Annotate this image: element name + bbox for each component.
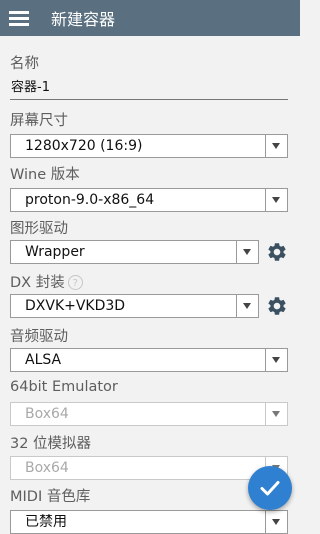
gear-icon[interactable] [266, 241, 288, 263]
page-title: 新建容器 [51, 10, 116, 29]
emulator-64bit-select: Box64 [10, 402, 288, 426]
midi-soundfont-value: 已禁用 [25, 514, 67, 530]
chevron-down-icon [272, 411, 280, 417]
wine-version-label: Wine 版本 [10, 167, 80, 183]
gear-icon[interactable] [266, 295, 288, 317]
screen-size-label: 屏幕尺寸 [10, 113, 68, 129]
app-bar: 新建容器 [0, 0, 300, 36]
help-icon[interactable]: ? [67, 275, 83, 290]
dx-wrapper-select[interactable]: DXVK+VKD3D [10, 294, 259, 318]
emulator-64bit-label: 64bit Emulator [10, 379, 118, 395]
chevron-down-icon [272, 143, 280, 149]
audio-driver-select[interactable]: ALSA [10, 348, 288, 372]
wine-version-value: proton-9.0-x86_64 [25, 192, 155, 208]
container-name-input[interactable]: 容器-1 [10, 78, 288, 100]
check-icon [260, 481, 280, 496]
graphics-driver-select[interactable]: Wrapper [10, 240, 259, 264]
chevron-down-icon [243, 303, 251, 309]
confirm-button[interactable] [248, 466, 292, 510]
chevron-down-icon [272, 197, 280, 203]
screen-size-value: 1280x720 (16:9) [25, 138, 143, 154]
emulator-32bit-select: Box64 [10, 456, 288, 480]
audio-driver-value: ALSA [25, 352, 62, 368]
wine-version-select[interactable]: proton-9.0-x86_64 [10, 188, 288, 212]
emulator-32bit-value: Box64 [25, 460, 69, 476]
audio-driver-label: 音频驱动 [10, 329, 68, 345]
name-label: 名称 [10, 56, 39, 72]
dx-wrapper-value: DXVK+VKD3D [25, 298, 126, 314]
graphics-driver-label: 图形驱动 [10, 221, 68, 237]
screen-size-select[interactable]: 1280x720 (16:9) [10, 134, 288, 158]
emulator-32bit-label: 32 位模拟器 [10, 436, 92, 452]
menu-icon[interactable] [9, 11, 29, 26]
emulator-64bit-value: Box64 [25, 406, 69, 422]
midi-soundfont-select[interactable]: 已禁用 [10, 510, 288, 534]
chevron-down-icon [243, 249, 251, 255]
midi-soundfont-label: MIDI 音色库 [10, 489, 91, 505]
chevron-down-icon [272, 357, 280, 363]
graphics-driver-value: Wrapper [25, 244, 85, 260]
dx-wrapper-label: DX 封装? [10, 271, 83, 292]
